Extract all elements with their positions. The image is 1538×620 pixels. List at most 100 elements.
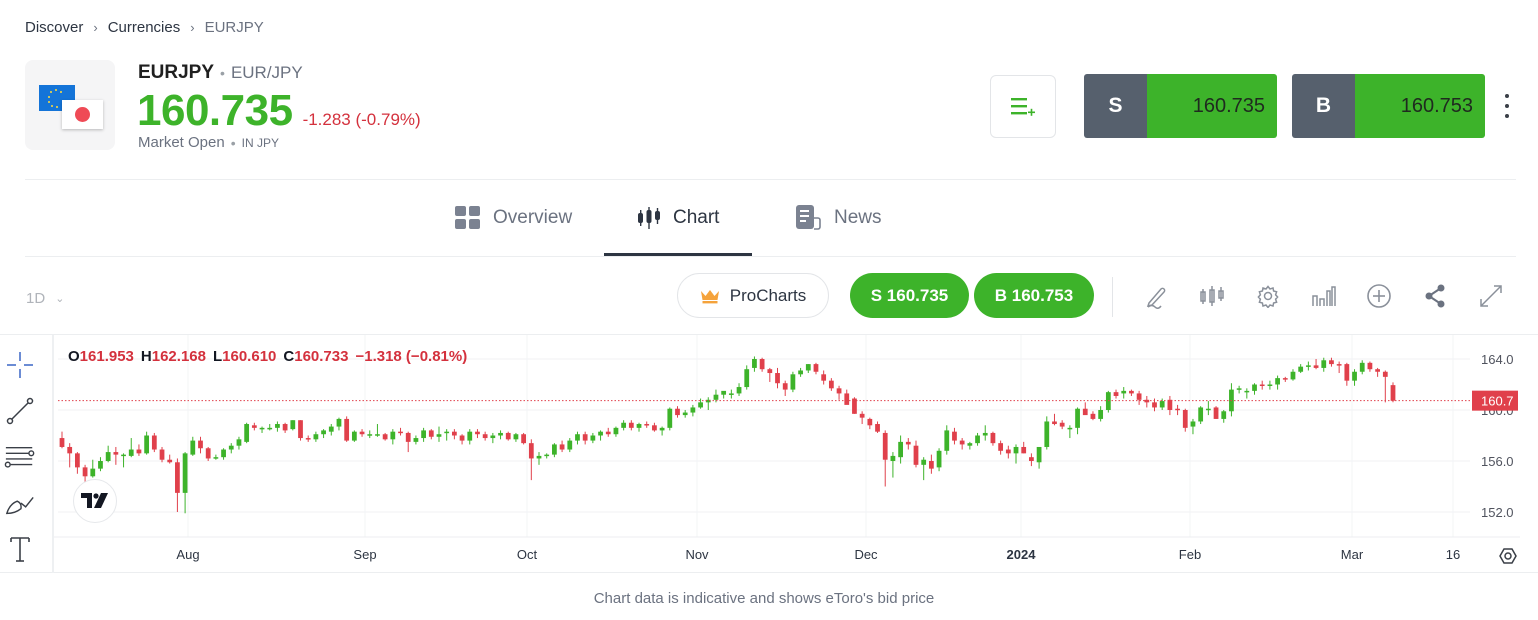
candle [221,448,226,460]
candle [744,365,750,390]
candle-body [105,452,111,461]
buy-button[interactable]: B 160.753 [1292,74,1485,138]
fib-retracement-icon[interactable] [4,442,36,474]
candle [536,452,542,465]
add-icon[interactable] [1364,281,1394,311]
crosshair-icon[interactable] [4,349,36,381]
candle [1359,360,1365,375]
candle [128,438,134,458]
candle [1313,359,1319,370]
candle [998,440,1004,455]
timeframe-select[interactable]: 1D ⌄ [26,290,64,307]
candle-body [652,425,657,431]
candle [552,443,557,458]
candle-body [567,440,573,450]
candle-body [382,434,388,440]
chart-type-icon[interactable] [1197,281,1227,311]
candle [290,420,296,431]
candle-body [1190,421,1196,427]
candle [398,427,403,436]
candle-body [905,441,911,445]
divider [25,256,1516,257]
candle-body [1236,388,1242,390]
tab-overview-label: Overview [493,207,573,228]
candle [105,445,111,463]
price-chart[interactable]: 164.0160.0156.0152.0AugSepOctNovDec2024F… [0,334,1538,573]
candle [736,383,742,396]
text-icon[interactable] [4,533,36,565]
x-tick-label: Dec [854,547,878,562]
candle-body [644,424,650,426]
ohlc-high: 162.168 [151,348,206,365]
candle-body [752,359,757,368]
axis-settings-icon[interactable] [1499,548,1517,564]
x-tick-label: Feb [1179,547,1201,562]
last-price-label: 160.7 [1481,394,1514,409]
candle-body [1113,392,1119,396]
candle-body [813,364,819,372]
chevron-right-icon: › [93,20,98,35]
pencil-icon[interactable] [1142,281,1172,311]
tab-overview[interactable]: Overview [455,180,572,256]
tab-news[interactable]: News [796,180,882,256]
candle-body [936,450,942,468]
candle-body [1005,449,1011,454]
candle [467,429,473,445]
candle [298,420,303,441]
candle-body [1252,384,1257,391]
share-icon[interactable] [1420,281,1450,311]
candle-body [1313,365,1319,368]
candle-body [436,434,442,437]
candle-body [621,422,627,428]
candle-body [728,393,734,395]
candle-body [913,445,919,465]
candle [859,411,865,425]
procharts-label: ProCharts [729,285,807,305]
candle-body [675,408,680,416]
candle [659,426,665,436]
candle [967,441,973,450]
candle [451,429,457,440]
expand-icon[interactable] [1476,281,1506,311]
candle-body [1090,413,1096,419]
tab-chart[interactable]: Chart [637,180,719,256]
candle [1375,367,1380,377]
procharts-button[interactable]: ProCharts [677,273,829,318]
ohlc-low: 160.610 [222,348,277,365]
candle [251,422,257,431]
candle [521,432,527,445]
indicators-icon[interactable] [1309,281,1339,311]
sell-button[interactable]: S 160.735 [1084,74,1277,138]
candle [113,446,119,465]
trend-line-icon[interactable] [4,395,36,427]
instrument-logo [25,60,115,150]
candle [721,390,727,399]
candle [805,364,811,374]
brush-icon[interactable] [4,488,36,520]
candle-body [982,432,988,436]
breadcrumb-discover[interactable]: Discover [25,19,83,36]
candle [1044,416,1050,450]
settings-icon[interactable] [1253,281,1283,311]
candle-body [475,431,480,435]
y-tick-label: 156.0 [1481,454,1514,469]
breadcrumb-currencies[interactable]: Currencies [108,19,181,36]
candle [936,448,942,472]
candle-body [459,435,465,441]
candle [1098,406,1104,422]
sell-pill-button[interactable]: S 160.735 [850,273,969,318]
candle-body [1367,362,1373,370]
candlestick-chart[interactable]: 164.0160.0156.0152.0AugSepOctNovDec2024F… [0,335,1538,573]
more-options-icon[interactable] [1503,94,1511,118]
buy-label: B [1292,74,1355,138]
candle [1275,375,1280,390]
candle [505,431,511,441]
buy-pill-button[interactable]: B 160.753 [974,273,1094,318]
candle-body [221,449,226,458]
candle-body [175,462,180,493]
candle [1336,361,1342,374]
candle [90,459,96,478]
add-to-watchlist-button[interactable] [990,75,1056,138]
candle-body [1052,421,1057,425]
tradingview-logo[interactable] [73,479,117,523]
